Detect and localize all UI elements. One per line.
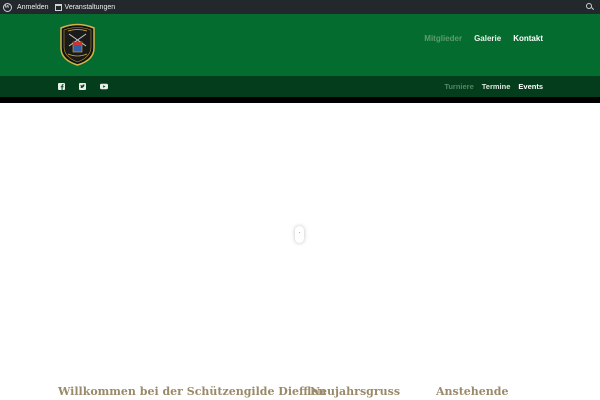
club-logo[interactable] <box>58 22 97 66</box>
loading-spinner: ′ <box>295 226 304 243</box>
events-link[interactable]: Veranstaltungen <box>52 0 119 14</box>
admin-bar: W Anmelden Veranstaltungen <box>0 0 600 14</box>
nav-item-mitglieder[interactable]: Mitglieder <box>424 34 462 43</box>
login-label: Anmelden <box>17 3 49 11</box>
main-nav: Mitglieder Galerie Kontakt <box>424 34 543 43</box>
events-label: Veranstaltungen <box>64 3 116 11</box>
sub-bar: Turniere Termine Events <box>0 76 600 97</box>
twitter-icon[interactable] <box>78 82 87 91</box>
facebook-icon[interactable] <box>57 82 66 91</box>
calendar-icon <box>54 3 62 11</box>
search-icon[interactable] <box>585 2 595 12</box>
content-headings: Willkommen bei der Schützengilde Dieffle… <box>0 384 600 400</box>
login-link[interactable]: Anmelden <box>14 0 52 14</box>
wordpress-icon[interactable]: W <box>0 0 14 14</box>
site-header: Mitglieder Galerie Kontakt <box>0 14 600 76</box>
upcoming-heading: Anstehende <box>436 385 509 398</box>
social-links <box>57 82 108 91</box>
nav-item-kontakt[interactable]: Kontakt <box>513 34 543 43</box>
subnav-item-events[interactable]: Events <box>518 82 543 91</box>
subnav-item-turniere[interactable]: Turniere <box>444 82 473 91</box>
sub-nav: Turniere Termine Events <box>444 82 543 91</box>
welcome-heading: Willkommen bei der Schützengilde Dieffle… <box>58 385 327 398</box>
subnav-item-termine[interactable]: Termine <box>482 82 511 91</box>
nav-item-galerie[interactable]: Galerie <box>474 34 501 43</box>
header-divider <box>0 97 600 103</box>
new-year-heading: Neujahrsgruss <box>310 385 401 398</box>
youtube-icon[interactable] <box>99 82 108 91</box>
